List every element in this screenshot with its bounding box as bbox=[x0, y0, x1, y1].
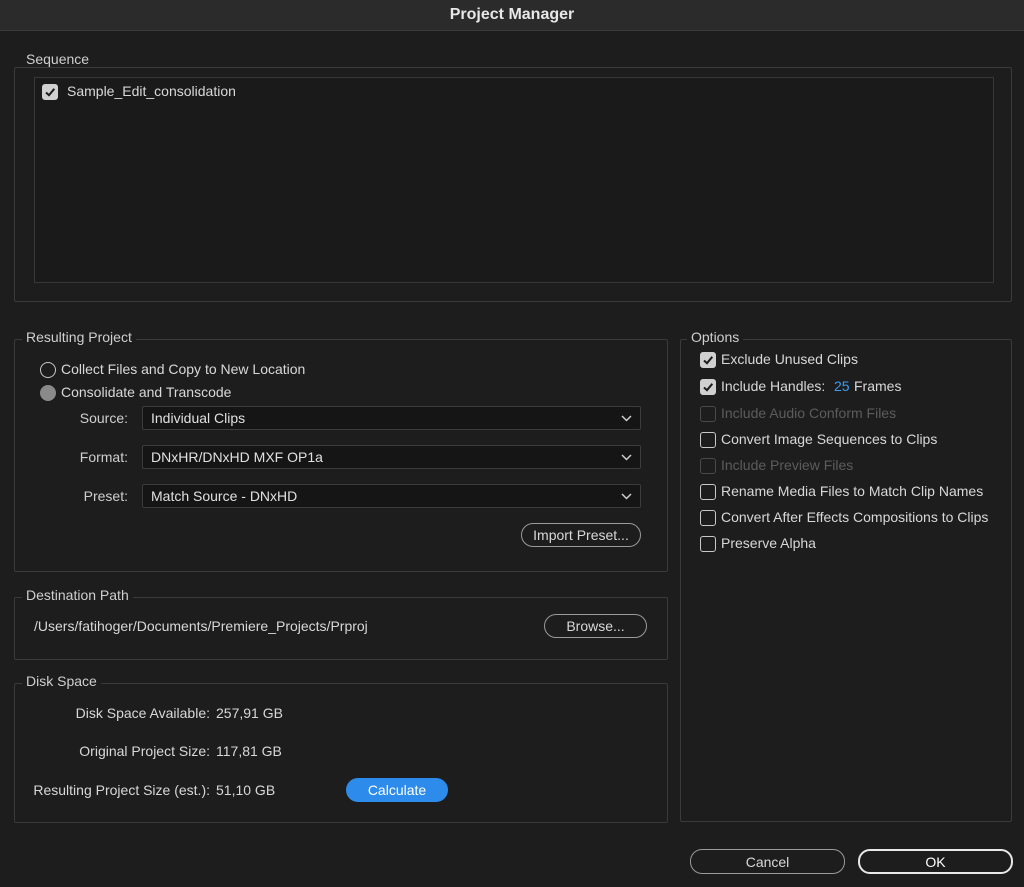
rename-media-checkbox[interactable] bbox=[700, 484, 716, 500]
preset-dropdown[interactable]: Match Source - DNxHD bbox=[142, 484, 641, 508]
disk-available-value: 257,91 GB bbox=[216, 705, 283, 721]
window-title: Project Manager bbox=[449, 6, 575, 23]
destination-path: /Users/fatihoger/Documents/Premiere_Proj… bbox=[34, 618, 368, 634]
sequence-legend: Sequence bbox=[22, 51, 94, 67]
chevron-down-icon bbox=[621, 454, 632, 461]
chevron-down-icon bbox=[621, 415, 632, 422]
handles-unit: Frames bbox=[854, 378, 902, 394]
include-preview-label: Include Preview Files bbox=[721, 457, 854, 473]
handles-value[interactable]: 25 bbox=[834, 378, 850, 394]
sequence-list[interactable] bbox=[34, 77, 994, 283]
checkmark-icon bbox=[703, 356, 714, 365]
disk-space-legend: Disk Space bbox=[22, 673, 101, 689]
destination-legend: Destination Path bbox=[22, 587, 133, 603]
source-value: Individual Clips bbox=[151, 410, 246, 426]
collect-files-radio[interactable] bbox=[40, 362, 56, 378]
consolidate-radio[interactable] bbox=[40, 385, 56, 401]
convert-ae-label: Convert After Effects Compositions to Cl… bbox=[721, 509, 989, 525]
include-audio-conform-checkbox[interactable] bbox=[700, 406, 716, 422]
checkmark-icon bbox=[703, 383, 714, 392]
preset-label: Preset: bbox=[83, 488, 128, 504]
collect-files-label: Collect Files and Copy to New Location bbox=[61, 361, 306, 377]
convert-ae-checkbox[interactable] bbox=[700, 510, 716, 526]
checkmark-icon bbox=[45, 88, 56, 97]
cancel-button[interactable]: Cancel bbox=[690, 849, 845, 874]
format-value: DNxHR/DNxHD MXF OP1a bbox=[151, 449, 323, 465]
preserve-alpha-label: Preserve Alpha bbox=[721, 535, 816, 551]
include-audio-conform-label: Include Audio Conform Files bbox=[721, 405, 897, 421]
chevron-down-icon bbox=[621, 493, 632, 500]
options-legend: Options bbox=[687, 329, 744, 345]
exclude-unused-label: Exclude Unused Clips bbox=[721, 351, 858, 367]
consolidate-label: Consolidate and Transcode bbox=[61, 384, 232, 400]
source-dropdown[interactable]: Individual Clips bbox=[142, 406, 641, 430]
include-handles-checkbox[interactable] bbox=[700, 379, 716, 395]
include-handles-label: Include Handles: bbox=[721, 378, 826, 394]
exclude-unused-checkbox[interactable] bbox=[700, 352, 716, 368]
convert-image-sequences-label: Convert Image Sequences to Clips bbox=[721, 431, 938, 447]
rename-media-label: Rename Media Files to Match Clip Names bbox=[721, 483, 984, 499]
resulting-size-value: 51,10 GB bbox=[216, 782, 276, 798]
title-bar: Project Manager bbox=[0, 0, 1024, 31]
import-preset-button[interactable]: Import Preset... bbox=[521, 523, 641, 547]
convert-image-sequences-checkbox[interactable] bbox=[700, 432, 716, 448]
preserve-alpha-checkbox[interactable] bbox=[700, 536, 716, 552]
preset-value: Match Source - DNxHD bbox=[151, 488, 298, 504]
project-manager-window: Project Manager Sequence Sample_Edit_con… bbox=[0, 0, 1024, 887]
include-preview-checkbox[interactable] bbox=[700, 458, 716, 474]
sequence-checkbox[interactable] bbox=[42, 84, 58, 100]
resulting-project-legend: Resulting Project bbox=[22, 329, 136, 345]
format-dropdown[interactable]: DNxHR/DNxHD MXF OP1a bbox=[142, 445, 641, 469]
browse-button[interactable]: Browse... bbox=[544, 614, 647, 638]
disk-available-label: Disk Space Available: bbox=[75, 705, 210, 721]
original-size-label: Original Project Size: bbox=[79, 743, 210, 759]
format-label: Format: bbox=[79, 449, 128, 465]
sequence-item-label: Sample_Edit_consolidation bbox=[67, 83, 236, 99]
ok-button[interactable]: OK bbox=[858, 849, 1013, 874]
resulting-size-label: Resulting Project Size (est.): bbox=[33, 782, 210, 798]
original-size-value: 117,81 GB bbox=[216, 743, 282, 759]
source-label: Source: bbox=[79, 410, 128, 426]
calculate-button[interactable]: Calculate bbox=[346, 778, 448, 802]
